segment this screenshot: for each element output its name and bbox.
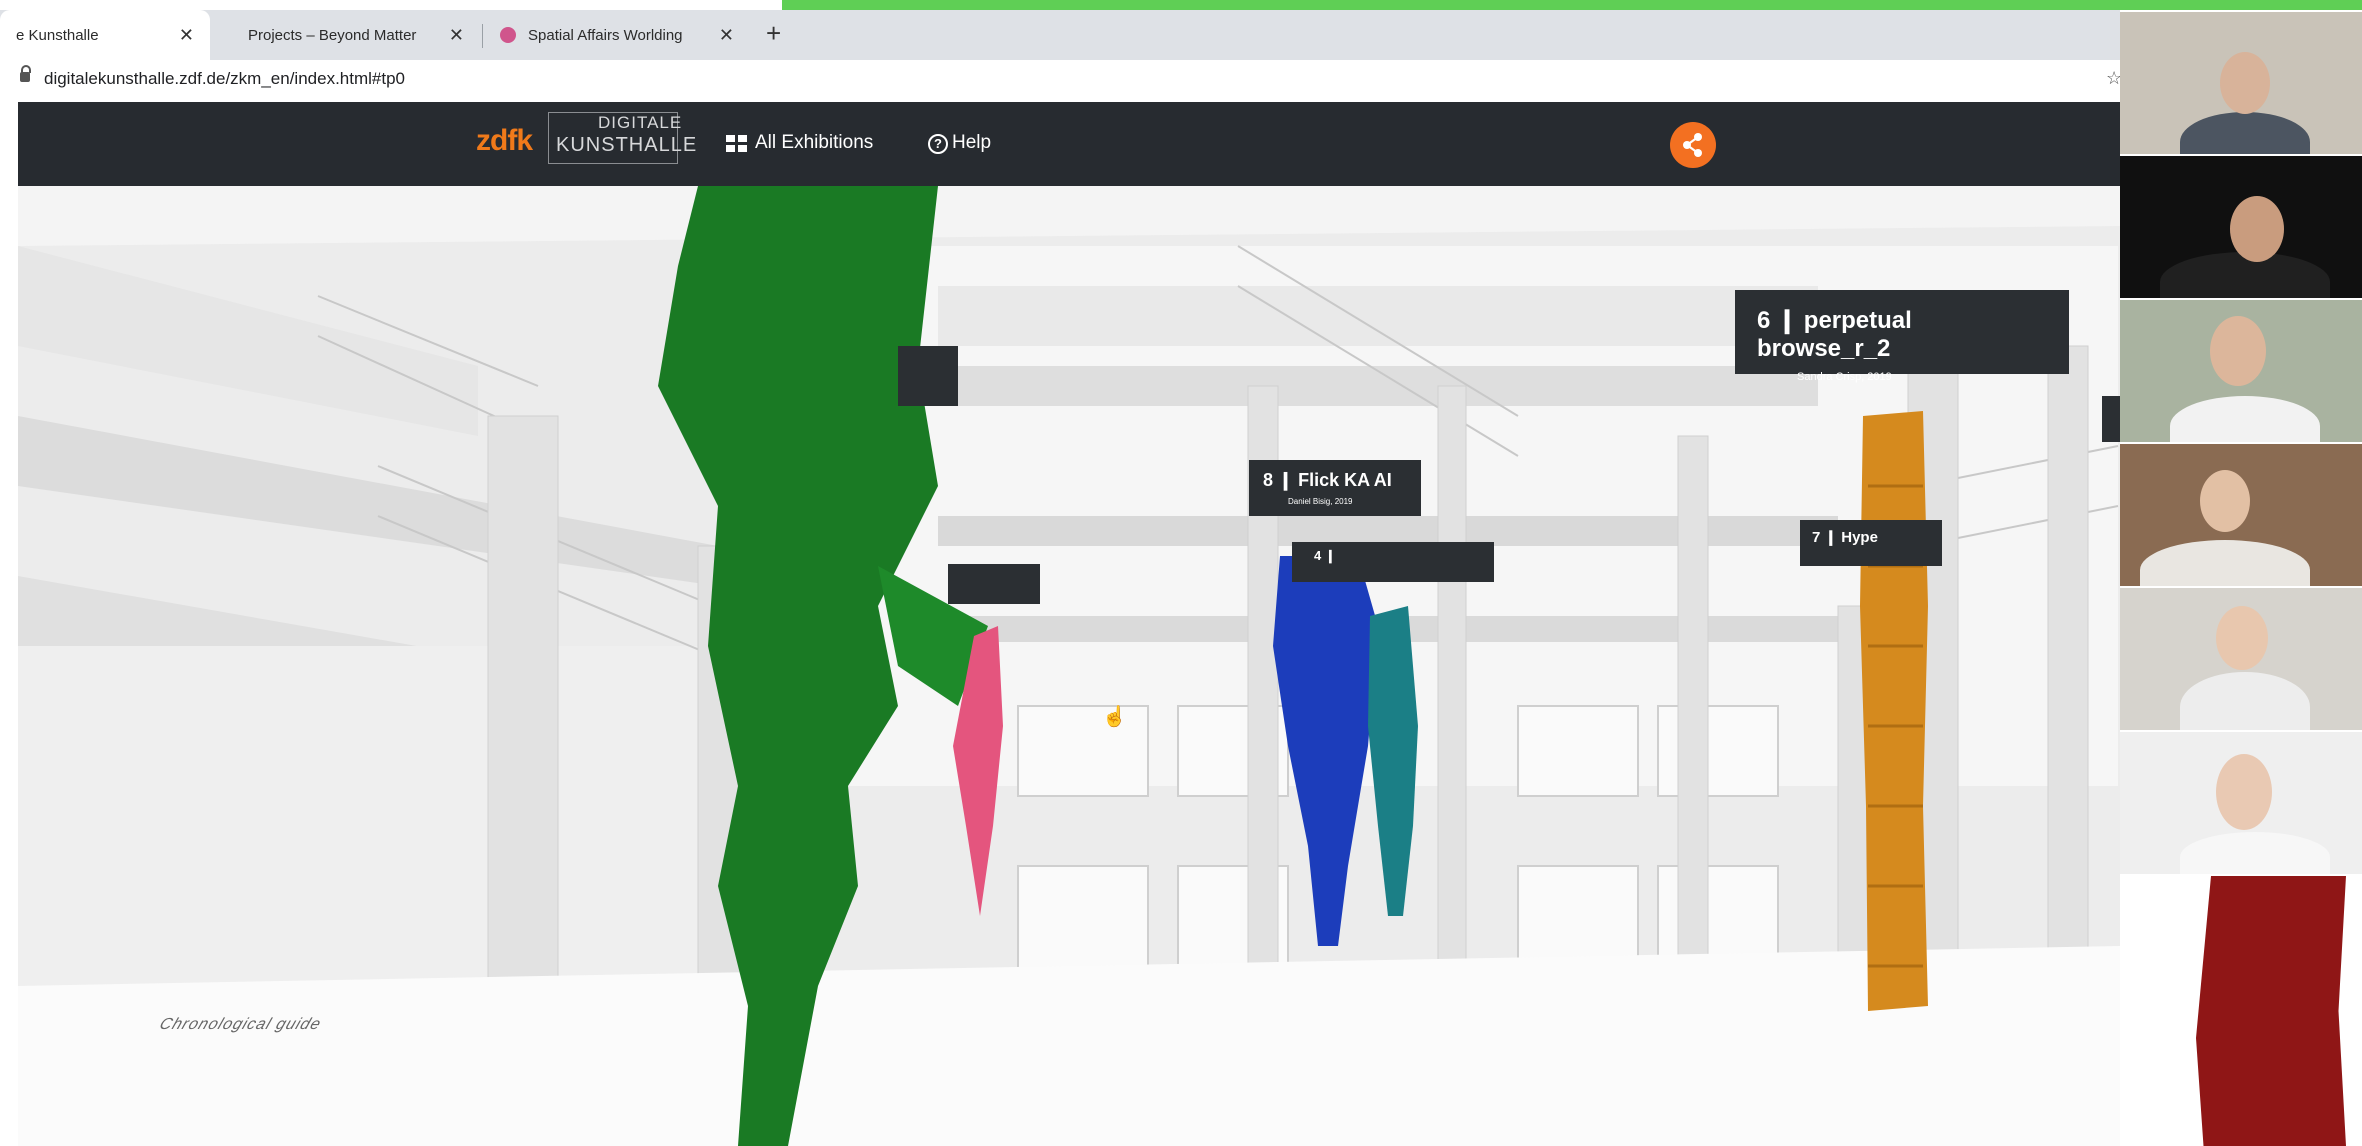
help-link[interactable]: Help	[952, 132, 991, 154]
floor-guide-text: Chronological guide	[157, 1016, 324, 1033]
exhibit-label-6[interactable]: 6 ❙ perpetual browse_r_2 Sandra Crisp, 2…	[1735, 290, 2069, 383]
all-exhibitions-link[interactable]: All Exhibitions	[755, 132, 873, 154]
new-tab-plus-icon[interactable]: +	[766, 18, 781, 49]
close-icon[interactable]: ✕	[179, 25, 194, 46]
participant-face	[2230, 196, 2284, 262]
logo-line-1: DIGITALE	[598, 113, 683, 132]
tab-label: Projects – Beyond Matter	[248, 26, 417, 44]
exhibit-label-7[interactable]: 7 ❙ Hype	[1800, 520, 1942, 566]
help-icon[interactable]: ?	[928, 134, 948, 154]
close-icon[interactable]: ✕	[719, 25, 734, 46]
exhibit-label-artist: Sandra Crisp, 2019	[1797, 371, 1892, 383]
favicon-icon	[500, 27, 516, 43]
participant-face	[2216, 606, 2268, 670]
tab-label: e Kunsthalle	[16, 26, 99, 44]
participant-body	[2170, 396, 2320, 442]
tab-beyond-matter[interactable]: Projects – Beyond Matter ✕	[230, 10, 480, 60]
exhibit-label-title: 4 ❙	[1314, 548, 1336, 563]
participant-tile-3[interactable]	[2120, 300, 2362, 442]
exhibit-label-artist: Daniel Bisig, 2019	[1288, 497, 1353, 506]
participant-tile-1[interactable]	[2120, 12, 2362, 154]
share-button[interactable]	[1670, 122, 1716, 168]
participant-body	[2180, 832, 2330, 874]
grid-icon[interactable]	[726, 135, 748, 153]
participant-body	[2180, 672, 2310, 730]
exhibit-label-4[interactable]: 4 ❙	[1292, 542, 1494, 582]
participant-tile-6[interactable]	[2120, 732, 2362, 874]
tab-separator	[482, 24, 483, 48]
pointer-cursor-icon: ☝	[1102, 706, 1127, 728]
lock-icon[interactable]	[20, 65, 31, 82]
logo-line-2: KUNSTHALLE	[556, 134, 698, 156]
exhibit-label-8[interactable]: 8 ❙ Flick KA AI Daniel Bisig, 2019	[1249, 460, 1421, 516]
participant-face	[2216, 754, 2272, 830]
zdf-logo[interactable]: zdfk	[476, 124, 533, 158]
exhibit-label-title: 6 ❙ perpetual browse_r_2	[1757, 307, 1912, 362]
red-sculpture	[2196, 876, 2346, 1146]
close-icon[interactable]: ✕	[449, 25, 464, 46]
participant-face	[2210, 316, 2266, 386]
share-icon	[1683, 133, 1702, 157]
site-header	[18, 102, 2120, 186]
exhibit-label-title: 7 ❙ Hype	[1812, 529, 1878, 546]
participant-tile-5[interactable]	[2120, 588, 2362, 730]
participant-face	[2220, 52, 2270, 114]
exhibit-label-title: 8 ❙ Flick KA AI	[1263, 470, 1392, 490]
tab-spatial-affairs[interactable]: Spatial Affairs Worlding ✕	[484, 10, 750, 60]
tab-kunsthalle[interactable]: e Kunsthalle ✕	[0, 10, 210, 60]
participant-tile-2[interactable]	[2120, 156, 2362, 298]
participant-body	[2180, 112, 2310, 154]
tab-label: Spatial Affairs Worlding	[528, 26, 683, 44]
participant-face	[2200, 470, 2250, 532]
participant-tile-4[interactable]	[2120, 444, 2362, 586]
loading-progress-bar	[782, 0, 2362, 10]
url-text[interactable]: digitalekunsthalle.zdf.de/zkm_en/index.h…	[44, 69, 405, 89]
participant-body	[2140, 540, 2310, 586]
exhibition-3d-viewport[interactable]: 6 ❙ perpetual browse_r_2 Sandra Crisp, 2…	[18, 186, 2120, 1146]
